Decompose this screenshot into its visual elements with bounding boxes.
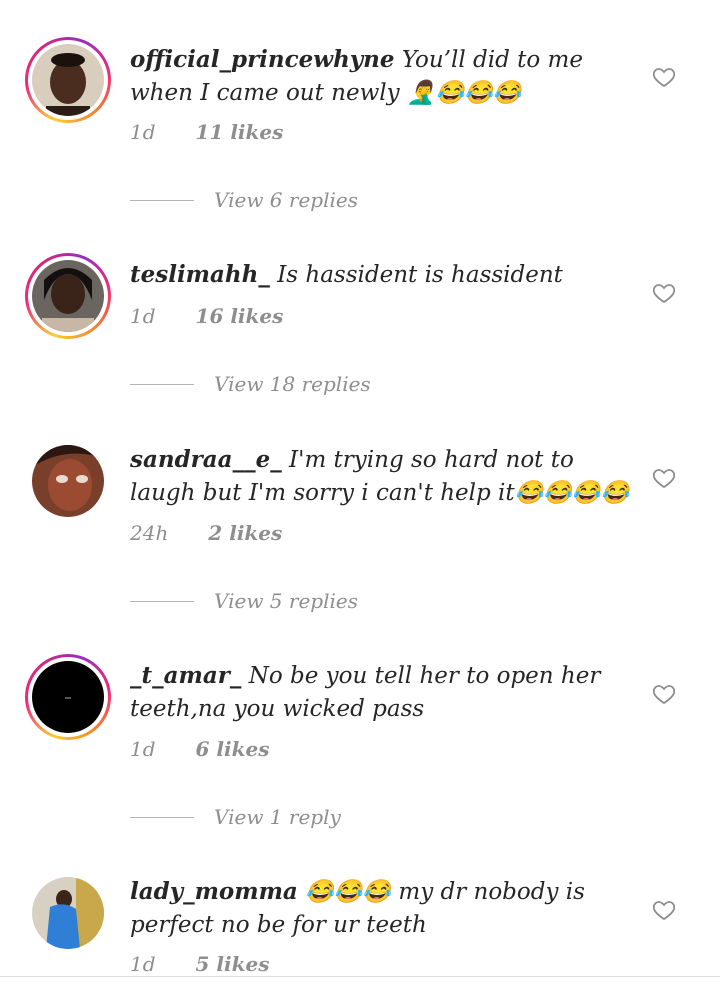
- comment-meta: 1d 6 likes: [130, 737, 269, 761]
- view-replies-button[interactable]: View 6 replies: [130, 188, 358, 212]
- comment-username[interactable]: official_princewhyne: [130, 46, 395, 73]
- comment-likes[interactable]: 2 likes: [208, 521, 282, 545]
- replies-divider: [130, 600, 194, 602]
- bottom-divider: [0, 976, 720, 977]
- view-replies-button[interactable]: View 5 replies: [130, 589, 358, 613]
- view-replies-label: View 18 replies: [214, 372, 371, 396]
- heart-icon[interactable]: [652, 898, 676, 922]
- comment-username[interactable]: teslimahh_: [130, 261, 270, 288]
- comment-text-block: official_princewhyne You’ll did to me wh…: [130, 43, 630, 110]
- heart-icon[interactable]: [652, 682, 676, 706]
- comment-likes[interactable]: 6 likes: [196, 737, 270, 761]
- comment-text-block: _t_amar_ No be you tell her to open her …: [130, 659, 630, 726]
- replies-divider: [130, 199, 194, 201]
- comment-likes[interactable]: 16 likes: [196, 304, 284, 328]
- avatar-photo-icon: [32, 877, 104, 949]
- avatar-photo-icon: [32, 445, 104, 517]
- view-replies-label: View 5 replies: [214, 589, 358, 613]
- replies-divider: [130, 816, 194, 818]
- comment-text-block: teslimahh_ Is hassident is hassident: [130, 258, 630, 292]
- comment-username[interactable]: sandraa__e_: [130, 446, 282, 473]
- avatar[interactable]: [25, 870, 111, 956]
- heart-icon[interactable]: [652, 466, 676, 490]
- comment-time: 24h: [130, 521, 169, 545]
- heart-icon[interactable]: [652, 65, 676, 89]
- comment-time: 1d: [130, 952, 156, 976]
- heart-icon[interactable]: [652, 281, 676, 305]
- comment-time: 1d: [130, 304, 156, 328]
- comment-meta: 1d 5 likes: [130, 952, 269, 976]
- comment-meta: 1d 16 likes: [130, 304, 283, 328]
- avatar-story-ring[interactable]: [25, 37, 111, 123]
- avatar-photo-icon: [32, 44, 104, 116]
- comment-meta: 24h 2 likes: [130, 521, 282, 545]
- comment-text-block: sandraa__e_ I'm trying so hard not to la…: [130, 443, 630, 510]
- comment-likes[interactable]: 5 likes: [196, 952, 270, 976]
- avatar-photo-icon: [32, 260, 104, 332]
- view-replies-button[interactable]: View 18 replies: [130, 372, 371, 396]
- avatar[interactable]: [25, 438, 111, 524]
- view-replies-label: View 6 replies: [214, 188, 358, 212]
- replies-divider: [130, 383, 194, 385]
- comment-username[interactable]: _t_amar_: [130, 662, 241, 689]
- view-replies-label: View 1 reply: [214, 805, 341, 829]
- comment-time: 1d: [130, 737, 156, 761]
- avatar-photo-icon: [32, 661, 104, 733]
- comment-username[interactable]: lady_momma: [130, 878, 298, 905]
- avatar-story-ring[interactable]: [25, 654, 111, 740]
- comment-body: Is hassident is hassident: [277, 262, 563, 288]
- comment-text-block: lady_momma 😂😂😂 my dr nobody is perfect n…: [130, 875, 630, 942]
- comment-time: 1d: [130, 120, 156, 144]
- comment-likes[interactable]: 11 likes: [196, 120, 284, 144]
- avatar-story-ring[interactable]: [25, 253, 111, 339]
- view-replies-button[interactable]: View 1 reply: [130, 805, 341, 829]
- comment-meta: 1d 11 likes: [130, 120, 283, 144]
